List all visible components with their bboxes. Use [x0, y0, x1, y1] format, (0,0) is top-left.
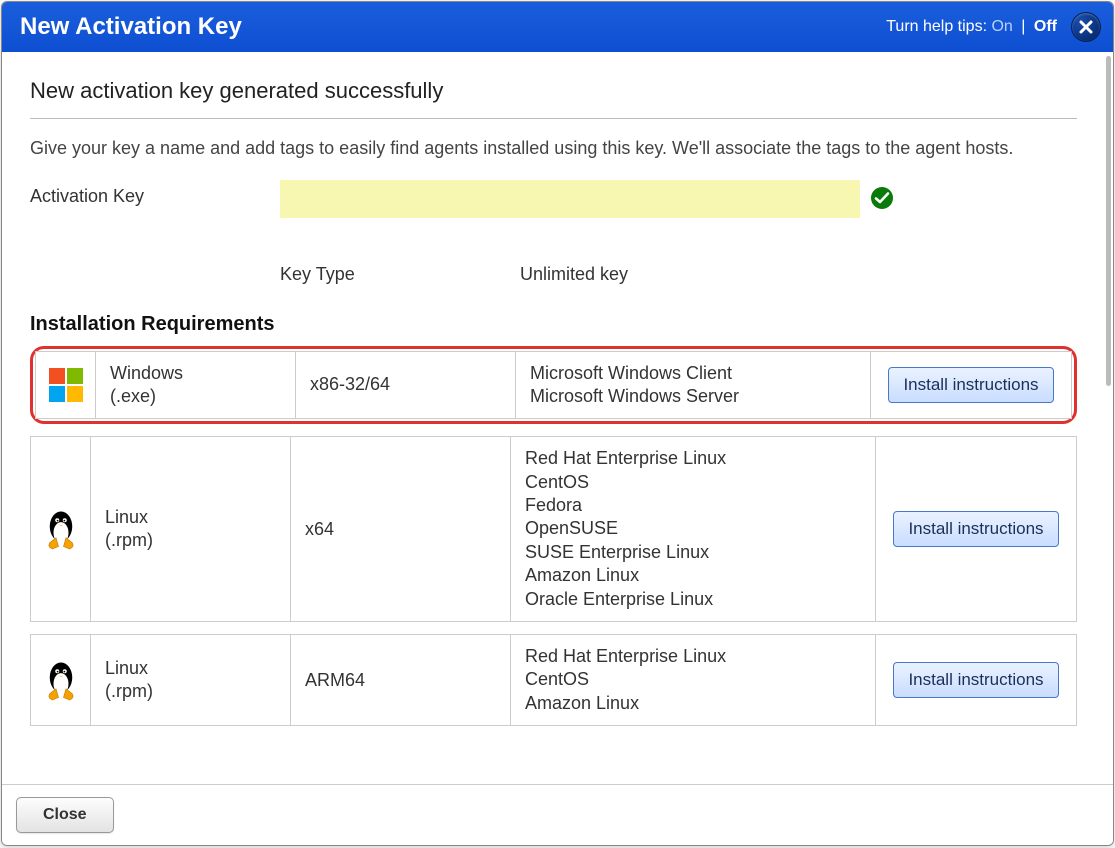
titlebar: New Activation Key Turn help tips: On | …	[2, 2, 1113, 52]
page-heading: New activation key generated successfull…	[30, 78, 1077, 119]
windows-icon	[49, 368, 83, 402]
distro-name: Microsoft Windows Server	[530, 385, 856, 408]
distros-cell: Microsoft Windows ClientMicrosoft Window…	[516, 352, 871, 419]
requirement-row: Linux(.rpm)x64Red Hat Enterprise LinuxCe…	[30, 436, 1077, 622]
close-button[interactable]: Close	[16, 797, 114, 833]
requirements-list: Windows(.exe)x86-32/64Microsoft Windows …	[30, 346, 1077, 727]
distro-name: CentOS	[525, 471, 861, 494]
os-icon-cell	[36, 352, 96, 419]
key-type-label: Key Type	[280, 264, 520, 285]
separator: |	[1017, 18, 1029, 35]
os-name: Linux	[105, 657, 276, 680]
distro-name: Red Hat Enterprise Linux	[525, 447, 861, 470]
distro-name: SUSE Enterprise Linux	[525, 541, 861, 564]
dialog: New Activation Key Turn help tips: On | …	[1, 1, 1114, 846]
distro-name: Oracle Enterprise Linux	[525, 588, 861, 611]
close-icon	[1079, 20, 1093, 34]
footer: Close	[2, 784, 1113, 845]
distros-cell: Red Hat Enterprise LinuxCentOSFedoraOpen…	[511, 437, 876, 621]
scrollbar[interactable]	[1106, 56, 1111, 386]
arch-cell: ARM64	[291, 635, 511, 725]
key-type-value: Unlimited key	[520, 264, 628, 285]
page-description: Give your key a name and add tags to eas…	[30, 137, 1077, 160]
titlebar-actions: Turn help tips: On | Off	[886, 12, 1101, 42]
button-cell: Install instructions	[871, 352, 1071, 419]
os-package: (.rpm)	[105, 680, 276, 703]
distro-name: Amazon Linux	[525, 564, 861, 587]
os-icon-cell	[31, 437, 91, 621]
distro-name: CentOS	[525, 668, 861, 691]
os-name: Windows	[110, 362, 281, 385]
distro-name: Amazon Linux	[525, 692, 861, 715]
os-cell: Linux(.rpm)	[91, 437, 291, 621]
arch-cell: x64	[291, 437, 511, 621]
activation-key-value	[280, 180, 860, 218]
requirement-row: Windows(.exe)x86-32/64Microsoft Windows …	[35, 351, 1072, 420]
key-type-row: Key Type Unlimited key	[280, 264, 1077, 285]
install-instructions-button[interactable]: Install instructions	[893, 662, 1058, 698]
activation-key-label: Activation Key	[30, 180, 280, 207]
dialog-title: New Activation Key	[20, 13, 242, 41]
install-instructions-button[interactable]: Install instructions	[888, 367, 1053, 403]
os-package: (.exe)	[110, 385, 281, 408]
close-icon-button[interactable]	[1071, 12, 1101, 42]
os-name: Linux	[105, 506, 276, 529]
content: New activation key generated successfull…	[2, 52, 1113, 784]
install-instructions-button[interactable]: Install instructions	[893, 511, 1058, 547]
requirement-row: Linux(.rpm)ARM64Red Hat Enterprise Linux…	[30, 634, 1077, 726]
linux-icon	[41, 657, 81, 703]
os-package: (.rpm)	[105, 529, 276, 552]
help-tips-off[interactable]: Off	[1034, 18, 1057, 35]
linux-icon	[41, 506, 81, 552]
activation-key-row: Activation Key	[30, 180, 1077, 218]
help-tips-label: Turn help tips:	[886, 18, 987, 35]
os-icon-cell	[31, 635, 91, 725]
os-cell: Windows(.exe)	[96, 352, 296, 419]
distro-name: Red Hat Enterprise Linux	[525, 645, 861, 668]
distro-name: Fedora	[525, 494, 861, 517]
content-scroll[interactable]: New activation key generated successfull…	[2, 52, 1105, 784]
button-cell: Install instructions	[876, 635, 1076, 725]
distro-name: OpenSUSE	[525, 517, 861, 540]
highlighted-row: Windows(.exe)x86-32/64Microsoft Windows …	[30, 346, 1077, 425]
check-icon	[870, 186, 894, 215]
distros-cell: Red Hat Enterprise LinuxCentOSAmazon Lin…	[511, 635, 876, 725]
os-cell: Linux(.rpm)	[91, 635, 291, 725]
help-tips-toggle: Turn help tips: On | Off	[886, 18, 1057, 36]
requirements-heading: Installation Requirements	[30, 313, 1077, 336]
distro-name: Microsoft Windows Client	[530, 362, 856, 385]
help-tips-on[interactable]: On	[991, 18, 1012, 35]
arch-cell: x86-32/64	[296, 352, 516, 419]
button-cell: Install instructions	[876, 437, 1076, 621]
